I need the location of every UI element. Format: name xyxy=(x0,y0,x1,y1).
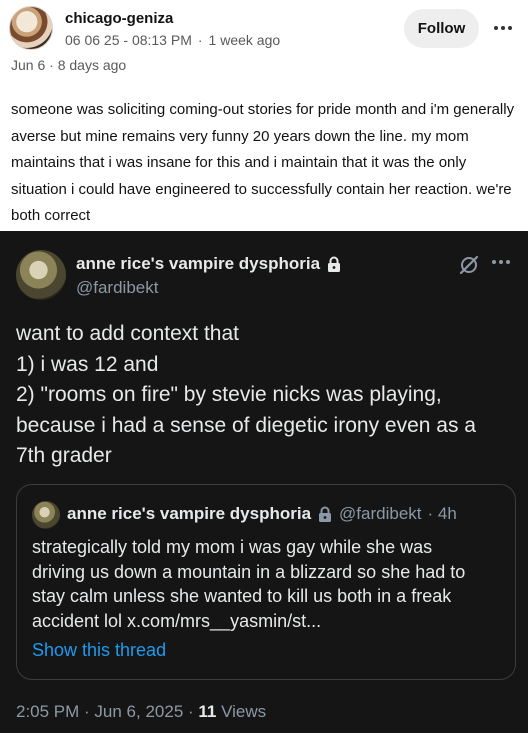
tweet-screenshot: anne rice's vampire dysphoria @fardibekt… xyxy=(0,231,528,733)
more-horizontal-icon xyxy=(492,260,510,264)
grok-icon xyxy=(459,255,479,275)
post-date: Jun 6 · 8 days ago xyxy=(11,57,127,73)
quoted-time: · 4h xyxy=(427,504,457,523)
quoted-line: accident lol x.com/mrs__yasmin/st... xyxy=(32,610,322,631)
relative-time: 1 week ago xyxy=(208,32,281,48)
quoted-line: strategically told my mom i was gay whil… xyxy=(32,537,433,557)
tweet-avatar xyxy=(16,250,66,300)
tweet-line: because i had a sense of diegetic irony … xyxy=(16,413,476,437)
tweet-author: anne rice's vampire dysphoria xyxy=(76,254,342,274)
lock-icon xyxy=(319,506,332,522)
tweet-timestamp: 2:05 PM · Jun 6, 2025 · xyxy=(16,702,194,721)
tweet-footer: 2:05 PM · Jun 6, 2025 · 11 Views xyxy=(16,702,266,722)
quoted-tweet-avatar xyxy=(32,501,60,529)
post-meta: 06 06 25 - 08:13 PM · 1 week ago xyxy=(65,32,281,48)
tweet-line: 1) i was 12 and xyxy=(16,352,159,376)
tweet-line: want to add context that xyxy=(16,322,239,345)
quoted-line: stay calm unless she wanted to kill us b… xyxy=(32,586,452,606)
tweet-line: 2) "rooms on fire" by stevie nicks was p… xyxy=(16,383,442,406)
tweet-display-name: anne rice's vampire dysphoria xyxy=(76,254,321,273)
show-thread-link: Show this thread xyxy=(32,640,167,660)
views-label: Views xyxy=(221,702,267,721)
lock-icon xyxy=(328,256,341,272)
views-count: 11 xyxy=(198,702,217,721)
quoted-tweet: anne rice's vampire dysphoria @fardibekt… xyxy=(16,484,516,680)
follow-button[interactable]: Follow xyxy=(404,9,479,48)
blog-name[interactable]: chicago-geniza xyxy=(65,10,173,27)
tweet-line: 7th grader xyxy=(16,444,112,467)
tweet-text: want to add context that 1) i was 12 and… xyxy=(16,319,516,472)
reblog-timestamp: 06 06 25 - 08:13 PM xyxy=(65,32,192,48)
blog-avatar[interactable] xyxy=(9,6,53,50)
more-options-icon[interactable] xyxy=(490,16,516,40)
quoted-display-name: anne rice's vampire dysphoria xyxy=(67,504,312,523)
tweet-handle: @fardibekt xyxy=(76,278,159,297)
quoted-tweet-text: strategically told my mom i was gay whil… xyxy=(32,535,507,633)
quoted-line: driving us down a mountain in a blizzard… xyxy=(32,561,466,582)
quoted-handle: @fardibekt xyxy=(339,504,422,523)
post-body: someone was soliciting coming-out storie… xyxy=(11,101,515,224)
quoted-tweet-header: anne rice's vampire dysphoria @fardibekt… xyxy=(67,504,457,524)
